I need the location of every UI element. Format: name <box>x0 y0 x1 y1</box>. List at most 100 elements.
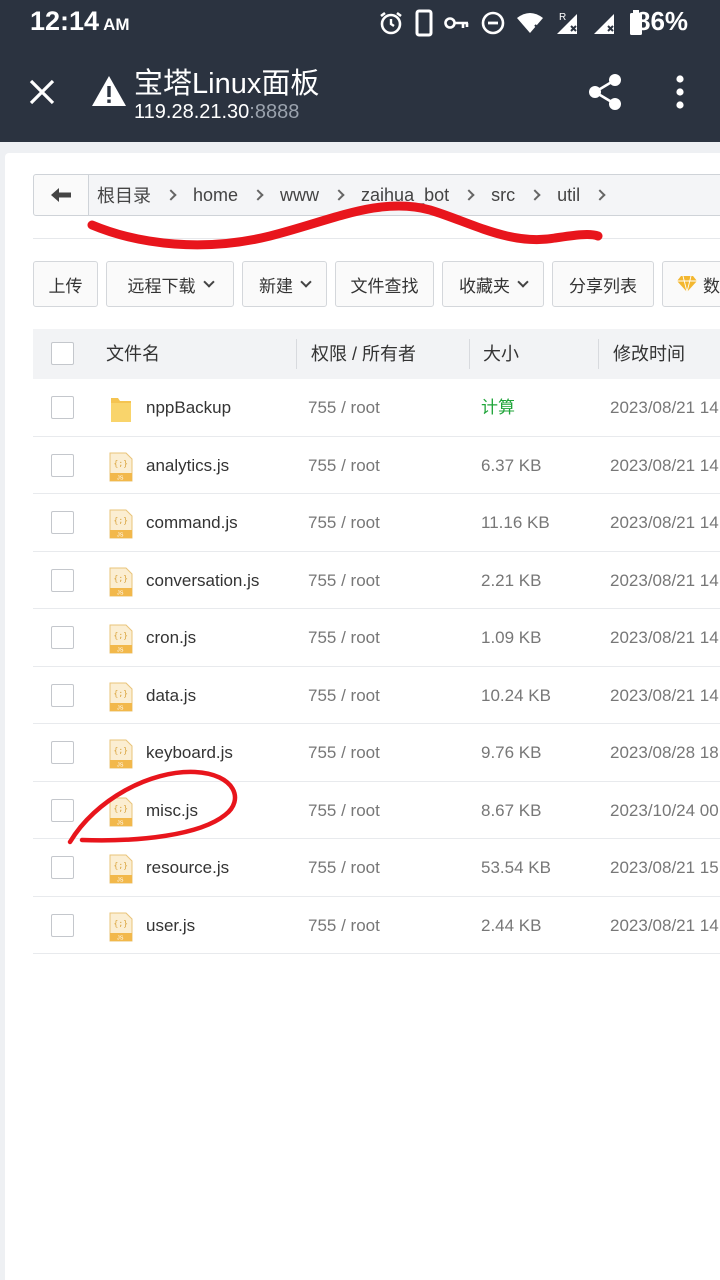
file-list: nppBackup 755 / root 计算 2023/08/21 14 {;… <box>33 379 720 954</box>
table-row[interactable]: {;} JS user.js 755 / root 2.44 KB 2023/08… <box>33 897 720 954</box>
select-all-checkbox[interactable] <box>51 342 74 365</box>
chevron-down-icon <box>300 275 312 288</box>
warning-icon[interactable] <box>91 74 127 108</box>
file-name[interactable]: analytics.js <box>146 437 229 494</box>
file-size[interactable]: 计算 <box>481 379 515 436</box>
file-mtime: 2023/08/21 14 <box>610 398 719 417</box>
more-vert-icon[interactable] <box>668 74 692 110</box>
file-name[interactable]: user.js <box>146 897 195 954</box>
file-size: 2.21 KB <box>481 570 542 590</box>
svg-text:{;}: {;} <box>114 631 128 640</box>
svg-text:JS: JS <box>117 590 124 596</box>
breadcrumb-util[interactable]: util <box>557 185 580 206</box>
svg-text:JS: JS <box>117 648 124 654</box>
file-mtime: 2023/10/24 00 <box>610 800 719 820</box>
file-name[interactable]: keyboard.js <box>146 724 233 781</box>
upload-button[interactable]: 上传 <box>33 261 98 307</box>
page-url[interactable]: 119.28.21.30:8888 <box>134 101 299 124</box>
file-search-button[interactable]: 文件查找 <box>335 261 434 307</box>
row-checkbox[interactable] <box>51 453 74 477</box>
file-permission[interactable]: 755 / root <box>308 839 380 896</box>
file-permission[interactable]: 755 / root <box>308 379 380 436</box>
file-permission[interactable]: 755 / root <box>308 897 380 954</box>
table-row[interactable]: nppBackup 755 / root 计算 2023/08/21 14 <box>33 379 720 437</box>
table-row[interactable]: {;} JS cron.js 755 / root 1.09 KB 2023/08… <box>33 609 720 667</box>
table-row[interactable]: {;} JS keyboard.js 755 / root 9.76 KB 202… <box>33 724 720 782</box>
file-permission[interactable]: 755 / root <box>308 437 380 494</box>
file-mtime: 2023/08/21 14 <box>610 915 719 935</box>
header-filename[interactable]: 文件名 <box>106 329 160 379</box>
table-row[interactable]: {;} JS analytics.js 755 / root 6.37 KB 20… <box>33 437 720 494</box>
file-permission[interactable]: 755 / root <box>308 782 380 839</box>
header-size[interactable]: 大小 <box>483 329 519 379</box>
remote-download-button[interactable]: 远程下载 <box>106 261 234 307</box>
favorites-button[interactable]: 收藏夹 <box>442 261 544 307</box>
breadcrumb-root[interactable]: 根目录 <box>97 182 151 208</box>
js-file-icon: {;} JS <box>109 567 133 596</box>
file-size: 53.54 KB <box>481 858 551 877</box>
file-permission[interactable]: 755 / root <box>308 494 380 551</box>
table-row[interactable]: {;} JS resource.js 755 / root 53.54 KB 20… <box>33 839 720 897</box>
status-ampm: AM <box>103 15 130 34</box>
breadcrumb-www[interactable]: www <box>280 185 319 206</box>
breadcrumb-src[interactable]: src <box>491 185 515 206</box>
row-checkbox[interactable] <box>51 741 74 764</box>
table-row[interactable]: {;} JS misc.js 755 / root 8.67 KB 2023/10… <box>33 782 720 839</box>
file-permission[interactable]: 755 / root <box>308 667 380 724</box>
file-manager-card: 根目录 home www zaihua_bot src util 上传 远程下载… <box>5 153 720 1280</box>
svg-text:{;}: {;} <box>114 919 128 928</box>
chevron-down-icon <box>517 275 529 288</box>
file-permission[interactable]: 755 / root <box>308 724 380 781</box>
file-name[interactable]: conversation.js <box>146 552 259 609</box>
file-name[interactable]: cron.js <box>146 609 196 666</box>
file-permission[interactable]: 755 / root <box>308 552 380 609</box>
file-name[interactable]: misc.js <box>146 782 198 839</box>
row-checkbox[interactable] <box>51 568 74 592</box>
header-modified-time[interactable]: 修改时间 <box>613 329 685 379</box>
share-icon[interactable] <box>586 72 624 112</box>
breadcrumb-zaihua-bot[interactable]: zaihua_bot <box>361 185 449 206</box>
row-checkbox[interactable] <box>51 683 74 707</box>
close-icon[interactable] <box>26 76 58 108</box>
row-checkbox[interactable] <box>51 856 74 879</box>
table-row[interactable]: {;} JS conversation.js 755 / root 2.21 KB… <box>33 552 720 609</box>
row-checkbox[interactable] <box>51 396 74 419</box>
header-permission[interactable]: 权限 / 所有者 <box>311 329 416 379</box>
file-name[interactable]: command.js <box>146 494 238 551</box>
row-checkbox[interactable] <box>51 511 74 534</box>
diamond-icon <box>677 276 697 292</box>
file-name[interactable]: data.js <box>146 667 196 724</box>
chevron-right-icon <box>594 189 606 201</box>
svg-text:JS: JS <box>117 533 124 539</box>
js-file-icon: {;} JS <box>109 624 133 654</box>
svg-text:JS: JS <box>117 820 124 826</box>
table-row[interactable]: {;} JS data.js 755 / root 10.24 KB 2023/0… <box>33 667 720 724</box>
breadcrumb-home[interactable]: home <box>193 185 238 206</box>
file-mtime: 2023/08/21 14 <box>610 685 719 705</box>
file-size: 9.76 KB <box>481 743 542 762</box>
table-row[interactable]: {;} JS command.js 755 / root 11.16 KB 202… <box>33 494 720 552</box>
file-size: 8.67 KB <box>481 800 542 820</box>
row-checkbox[interactable] <box>51 626 74 649</box>
js-file-icon: {;} JS <box>109 912 133 941</box>
signal-roaming-icon: R <box>557 12 577 34</box>
data-button[interactable]: 数据 <box>662 261 720 307</box>
file-mtime: 2023/08/21 15 <box>610 858 719 877</box>
file-name[interactable]: resource.js <box>146 839 229 896</box>
svg-text:{;}: {;} <box>114 804 128 813</box>
row-checkbox[interactable] <box>51 798 74 822</box>
new-button[interactable]: 新建 <box>242 261 327 307</box>
column-divider <box>296 339 297 369</box>
share-list-button[interactable]: 分享列表 <box>552 261 654 307</box>
file-permission[interactable]: 755 / root <box>308 609 380 666</box>
back-button[interactable] <box>33 174 89 216</box>
folder-icon <box>111 398 131 422</box>
status-bar: 12:14 AM R 86% <box>0 0 720 46</box>
column-divider <box>469 339 470 369</box>
file-name[interactable]: nppBackup <box>146 379 231 436</box>
row-checkbox[interactable] <box>51 913 74 937</box>
wifi-icon <box>517 13 543 33</box>
file-mtime: 2023/08/21 14 <box>610 628 719 647</box>
file-size: 11.16 KB <box>481 513 550 532</box>
signal-icon <box>594 14 614 34</box>
